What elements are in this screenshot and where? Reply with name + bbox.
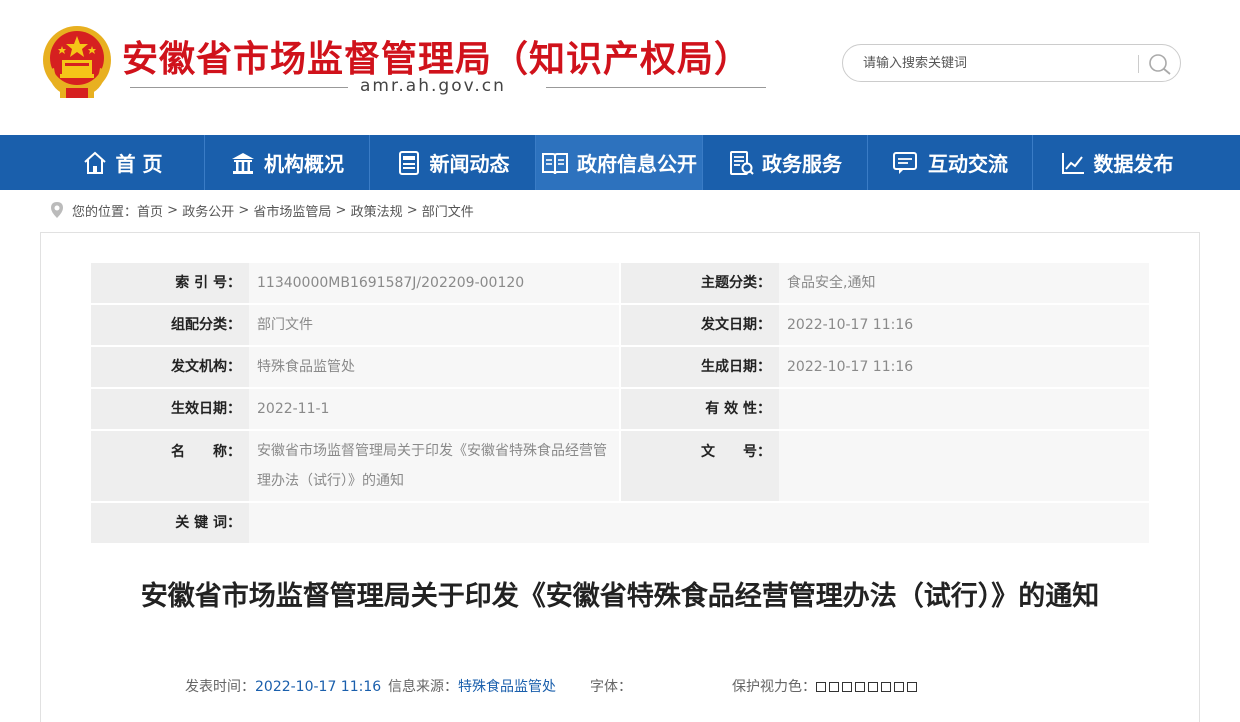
meta-label-name: 名 称： bbox=[91, 431, 249, 501]
nav-label: 机构概况 bbox=[264, 152, 344, 176]
meta-row: 发文机构： 特殊食品监管处 生成日期： 2022-10-17 11:16 bbox=[91, 347, 1149, 387]
breadcrumb-separator: > bbox=[331, 202, 351, 218]
meta-value-effective: 2022-11-1 bbox=[249, 389, 619, 429]
home-icon bbox=[83, 151, 106, 174]
nav-item-data[interactable]: 数据发布 bbox=[1033, 135, 1200, 190]
document-title: 安徽省市场监督管理局关于印发《安徽省特殊食品经营管理办法（试行）》的通知 bbox=[140, 581, 1100, 612]
nav-label: 政府信息公开 bbox=[577, 152, 697, 176]
eye-color-swatch[interactable] bbox=[894, 682, 904, 692]
meta-value-name: 安徽省市场监督管理局关于印发《安徽省特殊食品经营管理办法（试行）》的通知 bbox=[249, 431, 619, 501]
eye-color-label: 保护视力色： bbox=[732, 679, 816, 695]
eye-color-swatch[interactable] bbox=[907, 682, 917, 692]
breadcrumb-item-home[interactable]: 首页 bbox=[137, 201, 163, 220]
meta-value-topic: 食品安全,通知 bbox=[779, 263, 1149, 303]
eye-protection-control: 保护视力色： bbox=[732, 676, 920, 696]
chat-icon bbox=[893, 151, 917, 174]
meta-label-docno: 文 号： bbox=[621, 431, 779, 501]
eye-color-swatch[interactable] bbox=[842, 682, 852, 692]
meta-value-validity bbox=[779, 389, 1149, 429]
breadcrumb-separator: > bbox=[163, 202, 183, 218]
search-input[interactable] bbox=[863, 53, 1133, 73]
meta-label-group: 组配分类： bbox=[91, 305, 249, 345]
divider bbox=[546, 87, 766, 88]
meta-value-docno bbox=[779, 431, 1149, 501]
breadcrumb-item-policy[interactable]: 政策法规 bbox=[351, 201, 403, 220]
nav-label: 政务服务 bbox=[762, 152, 842, 176]
meta-value-index: 11340000MB1691587J/202209-00120 bbox=[249, 263, 619, 303]
meta-value-group: 部门文件 bbox=[249, 305, 619, 345]
breadcrumb-separator: > bbox=[234, 202, 254, 218]
nav-label: 新闻动态 bbox=[429, 152, 510, 176]
breadcrumb-item-gov-open[interactable]: 政务公开 bbox=[182, 201, 234, 220]
info-source: 信息来源：特殊食品监管处 bbox=[388, 676, 556, 696]
publish-time: 发表时间：2022-10-17 11:16 bbox=[185, 676, 381, 696]
search-divider bbox=[1138, 55, 1139, 73]
meta-label-validity: 有 效 性： bbox=[621, 389, 779, 429]
news-icon bbox=[398, 150, 419, 175]
nav-item-services[interactable]: 政务服务 bbox=[703, 135, 867, 190]
breadcrumb-item-bureau[interactable]: 省市场监管局 bbox=[253, 201, 331, 220]
meta-value-issue-date: 2022-10-17 11:16 bbox=[779, 305, 1149, 345]
divider bbox=[130, 87, 348, 88]
service-icon bbox=[730, 150, 754, 175]
meta-label-issuer: 发文机构： bbox=[91, 347, 249, 387]
nav-item-home[interactable]: 首 页 bbox=[40, 135, 204, 190]
meta-label-keywords: 关 键 词： bbox=[91, 503, 249, 543]
eye-color-swatch[interactable] bbox=[868, 682, 878, 692]
site-domain: amr.ah.gov.cn bbox=[360, 76, 506, 96]
eye-color-swatch[interactable] bbox=[855, 682, 865, 692]
font-label: 字体： bbox=[590, 679, 632, 695]
nav-label: 互动交流 bbox=[928, 152, 1008, 176]
nav-item-about[interactable]: 机构概况 bbox=[205, 135, 369, 190]
breadcrumb-separator: > bbox=[402, 202, 422, 218]
site-title[interactable]: 安徽省市场监督管理局（知识产权局） bbox=[122, 30, 751, 82]
site-header: 安徽省市场监督管理局（知识产权局） amr.ah.gov.cn bbox=[0, 0, 1240, 135]
meta-label-topic: 主题分类： bbox=[621, 263, 779, 303]
search-box bbox=[842, 44, 1181, 82]
meta-value-issuer: 特殊食品监管处 bbox=[249, 347, 619, 387]
publish-time-value: 2022-10-17 11:16 bbox=[255, 679, 382, 695]
breadcrumb-prefix: 您的位置： bbox=[72, 204, 138, 220]
meta-row: 组配分类： 部门文件 发文日期： 2022-10-17 11:16 bbox=[91, 305, 1149, 345]
meta-value-created: 2022-10-17 11:16 bbox=[779, 347, 1149, 387]
national-emblem-icon[interactable] bbox=[40, 22, 114, 102]
location-pin-icon bbox=[51, 202, 63, 218]
source-label: 信息来源： bbox=[388, 679, 458, 695]
nav-label: 数据发布 bbox=[1093, 152, 1174, 176]
meta-row: 生效日期： 2022-11-1 有 效 性： bbox=[91, 389, 1149, 429]
breadcrumb-item-dept-docs[interactable]: 部门文件 bbox=[422, 201, 474, 220]
publish-time-label: 发表时间： bbox=[185, 679, 255, 695]
nav-item-gov-info[interactable]: 政府信息公开 bbox=[536, 135, 702, 190]
nav-label: 首 页 bbox=[115, 152, 163, 176]
site-domain-row: amr.ah.gov.cn bbox=[130, 76, 766, 98]
eye-color-swatch[interactable] bbox=[829, 682, 839, 692]
meta-label-issue-date: 发文日期： bbox=[621, 305, 779, 345]
meta-label-index: 索 引 号： bbox=[91, 263, 249, 303]
building-icon bbox=[232, 152, 254, 174]
search-icon[interactable] bbox=[1148, 53, 1172, 75]
meta-row: 关 键 词： bbox=[91, 503, 1149, 543]
source-value: 特殊食品监管处 bbox=[458, 679, 556, 695]
eye-color-swatch[interactable] bbox=[816, 682, 826, 692]
font-size-control: 字体： bbox=[590, 676, 632, 696]
main-nav: 首 页 机构概况 新闻动态 政府信息公开 政务服务 互动交流 数据发布 bbox=[0, 135, 1240, 190]
chart-icon bbox=[1061, 152, 1084, 174]
breadcrumb: 您的位置： 首页 > 政务公开 > 省市场监管局 > 政策法规 > 部门文件 bbox=[50, 200, 474, 220]
nav-item-news[interactable]: 新闻动态 bbox=[370, 135, 535, 190]
meta-row: 索 引 号： 11340000MB1691587J/202209-00120 主… bbox=[91, 263, 1149, 303]
book-icon bbox=[542, 152, 568, 174]
meta-row: 名 称： 安徽省市场监督管理局关于印发《安徽省特殊食品经营管理办法（试行）》的通… bbox=[91, 431, 1149, 501]
eye-color-swatch[interactable] bbox=[881, 682, 891, 692]
nav-item-interaction[interactable]: 互动交流 bbox=[868, 135, 1032, 190]
meta-label-created: 生成日期： bbox=[621, 347, 779, 387]
meta-label-effective: 生效日期： bbox=[91, 389, 249, 429]
meta-value-keywords bbox=[249, 503, 1149, 543]
